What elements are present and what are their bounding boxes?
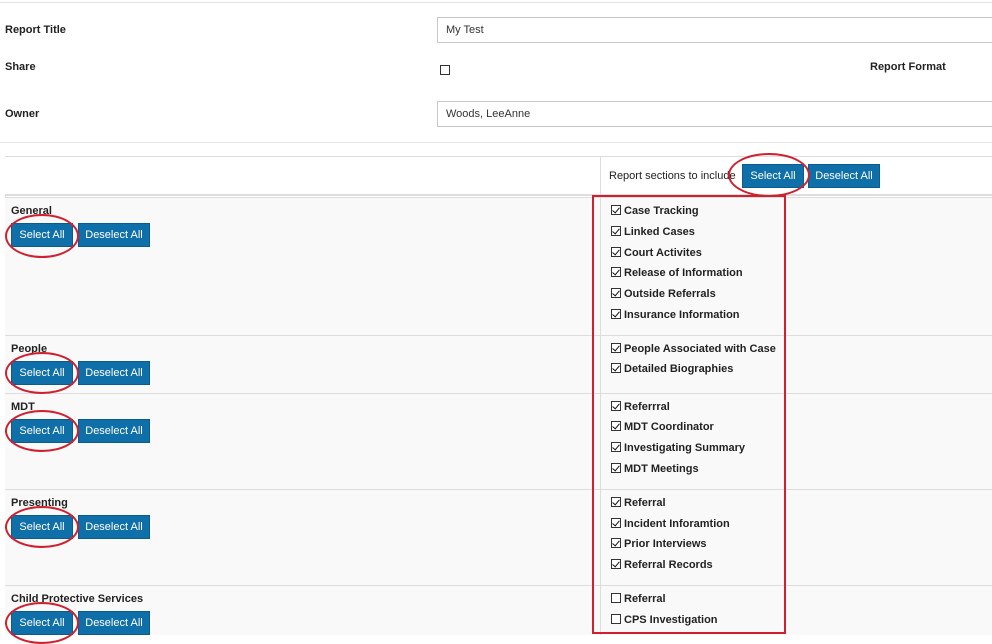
- mdt-select-all-button[interactable]: Select All: [11, 419, 73, 443]
- checkbox[interactable]: [611, 205, 621, 215]
- checkbox[interactable]: [611, 343, 621, 353]
- item-label: CPS Investigation: [624, 614, 718, 626]
- cps-select-all-button[interactable]: Select All: [11, 611, 73, 635]
- item-label: MDT Meetings: [624, 463, 699, 475]
- item-referral-records[interactable]: Referral Records: [611, 559, 713, 573]
- item-investigating-summary[interactable]: Investigating Summary: [611, 442, 745, 456]
- column-divider: [600, 156, 601, 635]
- section-title-people: People: [11, 343, 48, 355]
- owner-field[interactable]: Woods, LeeAnne: [437, 101, 992, 127]
- people-deselect-all-button[interactable]: Deselect All: [78, 361, 150, 385]
- top-divider: [0, 2, 992, 3]
- section-title-general: General: [11, 205, 52, 217]
- item-label: Outside Referrals: [624, 288, 716, 300]
- general-select-all-button[interactable]: Select All: [11, 223, 73, 247]
- item-cps-investigation[interactable]: CPS Investigation: [611, 614, 718, 628]
- report-title-label: Report Title: [5, 24, 66, 36]
- header-deselect-all-button[interactable]: Deselect All: [808, 164, 880, 188]
- checkbox[interactable]: [611, 538, 621, 548]
- checkbox[interactable]: [611, 226, 621, 236]
- item-incident-inforamtion[interactable]: Incident Inforamtion: [611, 518, 730, 532]
- mdt-deselect-all-button[interactable]: Deselect All: [78, 419, 150, 443]
- item-label: Referral: [624, 593, 666, 605]
- section-row-presenting: [5, 489, 992, 585]
- checkbox[interactable]: [611, 421, 621, 431]
- item-label: Insurance Information: [624, 309, 740, 321]
- section-title-mdt: MDT: [11, 401, 35, 413]
- item-release-of-information[interactable]: Release of Information: [611, 267, 743, 281]
- item-label: Court Activites: [624, 247, 702, 259]
- share-label: Share: [5, 61, 36, 73]
- presenting-deselect-all-button[interactable]: Deselect All: [78, 515, 150, 539]
- checkbox[interactable]: [611, 267, 621, 277]
- item-label: Referral Records: [624, 559, 713, 571]
- item-referral[interactable]: Referral: [611, 497, 666, 511]
- item-people-associated-with-case[interactable]: People Associated with Case: [611, 343, 776, 357]
- people-select-all-button[interactable]: Select All: [11, 361, 73, 385]
- item-detailed-biographies[interactable]: Detailed Biographies: [611, 363, 733, 377]
- checkbox[interactable]: [611, 463, 621, 473]
- checkbox[interactable]: [611, 559, 621, 569]
- item-label: People Associated with Case: [624, 343, 776, 355]
- form-divider: [0, 142, 992, 143]
- general-deselect-all-button[interactable]: Deselect All: [78, 223, 150, 247]
- item-label: Referrral: [624, 401, 670, 413]
- item-linked-cases[interactable]: Linked Cases: [611, 226, 695, 240]
- item-label: Release of Information: [624, 267, 743, 279]
- section-row-people: [5, 335, 992, 393]
- presenting-select-all-button[interactable]: Select All: [11, 515, 73, 539]
- item-mdt-meetings[interactable]: MDT Meetings: [611, 463, 699, 477]
- item-label: MDT Coordinator: [624, 421, 714, 433]
- item-label: Incident Inforamtion: [624, 518, 730, 530]
- item-outside-referrals[interactable]: Outside Referrals: [611, 288, 716, 302]
- item-insurance-information[interactable]: Insurance Information: [611, 309, 740, 323]
- checkbox[interactable]: [611, 309, 621, 319]
- header-select-all-button[interactable]: Select All: [742, 164, 804, 188]
- item-label: Investigating Summary: [624, 442, 746, 454]
- checkbox[interactable]: [611, 401, 621, 411]
- checkbox[interactable]: [611, 497, 621, 507]
- section-row-mdt: [5, 393, 992, 489]
- section-title-cps: Child Protective Services: [11, 593, 144, 605]
- share-checkbox[interactable]: [440, 65, 450, 75]
- item-label: Linked Cases: [624, 226, 695, 238]
- item-cps-referral[interactable]: Referral: [611, 593, 666, 607]
- checkbox[interactable]: [611, 247, 621, 257]
- sections-to-include-label: Report sections to include: [609, 170, 736, 182]
- cps-deselect-all-button[interactable]: Deselect All: [78, 611, 150, 635]
- item-referrral[interactable]: Referrral: [611, 401, 670, 415]
- checkbox[interactable]: [611, 593, 621, 603]
- owner-label: Owner: [5, 108, 40, 120]
- report-format-label: Report Format: [870, 61, 946, 73]
- item-label: Referral: [624, 497, 666, 509]
- checkbox[interactable]: [611, 442, 621, 452]
- item-label: Detailed Biographies: [624, 363, 734, 375]
- section-row-cps: [5, 585, 992, 635]
- checkbox[interactable]: [611, 614, 621, 624]
- item-label: Prior Interviews: [624, 538, 707, 550]
- checkbox[interactable]: [611, 288, 621, 298]
- item-court-activites[interactable]: Court Activites: [611, 247, 702, 261]
- section-row-general: [5, 197, 992, 335]
- item-case-tracking[interactable]: Case Tracking: [611, 205, 699, 219]
- report-title-input[interactable]: My Test: [437, 17, 992, 43]
- checkbox[interactable]: [611, 363, 621, 373]
- item-prior-interviews[interactable]: Prior Interviews: [611, 538, 707, 552]
- item-label: Case Tracking: [624, 205, 699, 217]
- checkbox[interactable]: [611, 518, 621, 528]
- section-title-presenting: Presenting: [11, 497, 68, 509]
- item-mdt-coordinator[interactable]: MDT Coordinator: [611, 421, 714, 435]
